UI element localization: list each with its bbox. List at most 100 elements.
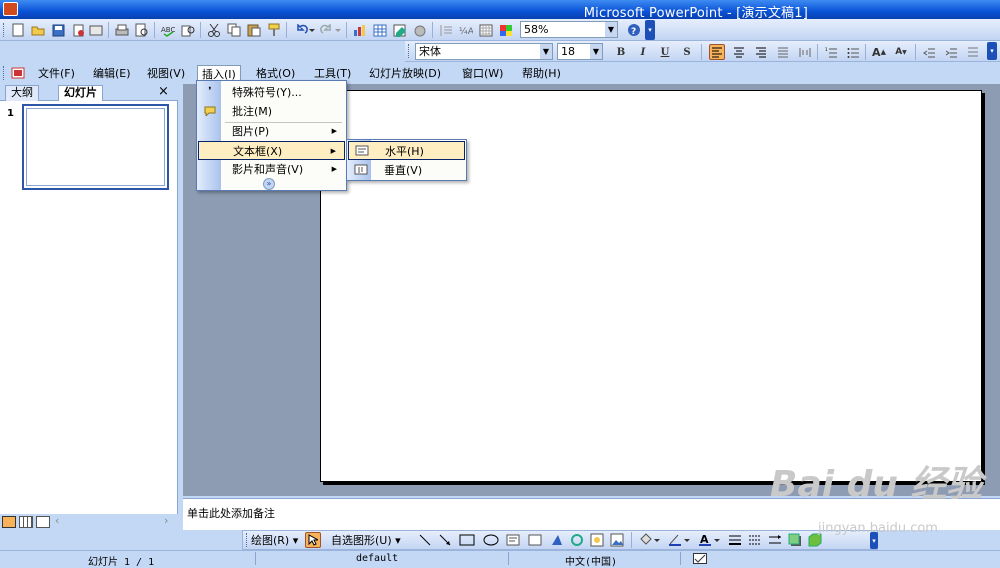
justify-icon[interactable] xyxy=(775,44,791,60)
table-icon[interactable] xyxy=(372,22,388,38)
insert-menu-symbol[interactable]: ❜ 特殊符号(Y)... xyxy=(198,83,345,102)
toolbar-options-icon[interactable]: ▾ xyxy=(645,20,655,40)
font-size-select[interactable]: 18 ▼ xyxy=(557,43,603,60)
slide-sorter-icon[interactable] xyxy=(19,516,33,528)
wordart-icon[interactable] xyxy=(549,532,565,548)
zoom-select[interactable]: 58% ▼ xyxy=(520,21,618,38)
slideshow-view-icon[interactable] xyxy=(36,516,50,528)
save-icon[interactable] xyxy=(50,22,66,38)
line-icon[interactable] xyxy=(417,532,433,548)
help-icon[interactable]: ? xyxy=(626,22,642,38)
insert-menu-comment[interactable]: 批注(M) xyxy=(198,102,345,121)
powerpoint-app-icon[interactable] xyxy=(3,2,18,16)
chevron-down-icon[interactable]: ▼ xyxy=(540,44,552,59)
clipart-icon[interactable] xyxy=(589,532,605,548)
expand-all-icon[interactable] xyxy=(438,22,454,38)
tab-outline[interactable]: 大纲 xyxy=(5,85,39,101)
close-icon[interactable]: × xyxy=(158,84,169,99)
research-icon[interactable] xyxy=(180,22,196,38)
underline-button[interactable]: U xyxy=(657,44,673,60)
insert-menu-textbox[interactable]: 文本框(X) ▶ xyxy=(198,141,345,160)
spelling-icon[interactable]: ABC xyxy=(160,22,176,38)
draw-menu-button[interactable]: 绘图(R) ▾ xyxy=(251,532,298,549)
decrease-indent-icon[interactable] xyxy=(921,44,937,60)
permission-icon[interactable] xyxy=(70,22,86,38)
select-objects-icon[interactable] xyxy=(305,532,321,548)
decrease-font-button[interactable]: A ▼ xyxy=(893,44,909,60)
toolbar-grip[interactable] xyxy=(3,23,6,37)
insert-textbox-label: 文本框(X) xyxy=(233,145,283,158)
numbering-icon[interactable]: 1 xyxy=(823,44,839,60)
align-center-icon[interactable] xyxy=(731,44,747,60)
arrow-icon[interactable] xyxy=(437,532,453,548)
tab-slides[interactable]: 幻灯片 xyxy=(58,85,103,101)
chart-icon[interactable] xyxy=(352,22,368,38)
chevron-down-icon[interactable]: ▼ xyxy=(590,44,602,59)
rectangle-icon[interactable] xyxy=(459,532,475,548)
normal-view-icon[interactable] xyxy=(2,516,16,528)
redo-icon[interactable] xyxy=(318,22,342,38)
expand-menu-icon[interactable]: » xyxy=(263,178,275,190)
fill-color-icon[interactable] xyxy=(637,532,663,548)
scroll-left-icon[interactable]: ‹ xyxy=(55,514,59,527)
grid-icon[interactable] xyxy=(478,22,494,38)
show-formatting-icon[interactable]: ¼A xyxy=(458,22,474,38)
line-color-icon[interactable] xyxy=(667,532,693,548)
shadow-button[interactable]: S xyxy=(679,44,695,60)
menu-slideshow[interactable]: 幻灯片放映(D) xyxy=(365,65,445,82)
menubar-grip[interactable] xyxy=(3,66,6,80)
dash-style-icon[interactable] xyxy=(747,532,763,548)
toolbar-options-icon[interactable]: ▾ xyxy=(987,42,997,60)
font-color-icon[interactable]: A xyxy=(697,532,723,548)
tables-borders-icon[interactable] xyxy=(392,22,408,38)
align-right-icon[interactable] xyxy=(753,44,769,60)
scroll-right-icon[interactable]: › xyxy=(164,514,168,527)
color-grayscale-icon[interactable] xyxy=(498,22,514,38)
textbox-vertical-item[interactable]: 垂直(V) xyxy=(348,161,465,180)
increase-indent-icon[interactable] xyxy=(943,44,959,60)
hyperlink-icon[interactable] xyxy=(412,22,428,38)
email-icon[interactable] xyxy=(88,22,104,38)
menu-edit[interactable]: 编辑(E) xyxy=(89,65,135,82)
vertical-textbox-icon[interactable] xyxy=(527,532,543,548)
slide-thumbnail[interactable] xyxy=(22,104,169,190)
chevron-down-icon[interactable]: ▼ xyxy=(605,22,617,37)
menu-view[interactable]: 视图(V) xyxy=(143,65,189,82)
toolbar-grip[interactable] xyxy=(246,533,249,547)
arrow-style-icon[interactable] xyxy=(767,532,783,548)
bullets-icon[interactable] xyxy=(845,44,861,60)
undo-icon[interactable] xyxy=(292,22,316,38)
autoshapes-button[interactable]: 自选图形(U) ▾ xyxy=(331,532,401,549)
open-icon[interactable] xyxy=(30,22,46,38)
insert-menu-movies-sounds[interactable]: 影片和声音(V) ▶ xyxy=(198,160,345,179)
print-preview-icon[interactable] xyxy=(134,22,150,38)
print-icon[interactable] xyxy=(114,22,130,38)
cut-icon[interactable] xyxy=(206,22,222,38)
increase-font-button[interactable]: A ▲ xyxy=(871,44,887,60)
insert-menu-picture[interactable]: 图片(P) ▶ xyxy=(198,122,345,141)
font-color-icon[interactable] xyxy=(965,44,981,60)
picture-icon[interactable] xyxy=(609,532,625,548)
menu-help[interactable]: 帮助(H) xyxy=(518,65,565,82)
spell-check-status-icon[interactable] xyxy=(693,553,707,564)
menu-window[interactable]: 窗口(W) xyxy=(458,65,507,82)
shadow-style-icon[interactable] xyxy=(787,532,803,548)
new-icon[interactable] xyxy=(10,22,26,38)
line-style-icon[interactable] xyxy=(727,532,743,548)
paste-icon[interactable] xyxy=(246,22,262,38)
oval-icon[interactable] xyxy=(483,532,499,548)
insert-comment-label: 批注(M) xyxy=(232,105,273,118)
menu-file[interactable]: 文件(F) xyxy=(34,65,79,82)
italic-button[interactable]: I xyxy=(635,44,651,60)
document-icon[interactable] xyxy=(10,65,26,81)
bold-button[interactable]: B xyxy=(613,44,629,60)
align-left-icon[interactable] xyxy=(709,44,725,60)
distribute-icon[interactable] xyxy=(797,44,813,60)
format-painter-icon[interactable] xyxy=(266,22,282,38)
textbox-icon[interactable] xyxy=(505,532,521,548)
font-name-select[interactable]: 宋体 ▼ xyxy=(415,43,553,60)
textbox-horizontal-item[interactable]: 水平(H) xyxy=(348,141,465,160)
diagram-icon[interactable] xyxy=(569,532,585,548)
toolbar-grip[interactable] xyxy=(408,44,411,58)
copy-icon[interactable] xyxy=(226,22,242,38)
